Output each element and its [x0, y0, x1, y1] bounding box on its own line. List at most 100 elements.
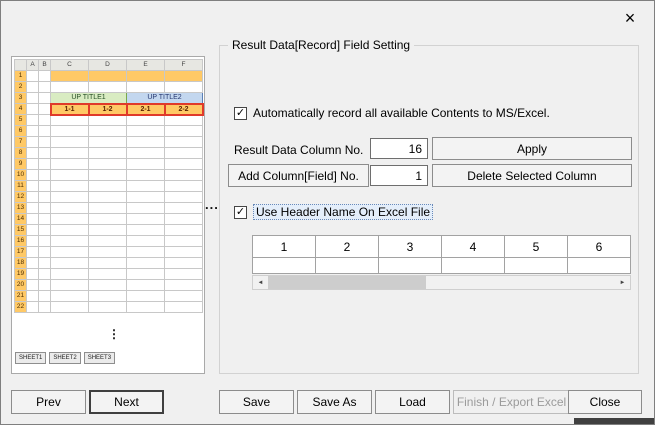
grid-cell[interactable]: [51, 280, 89, 291]
grid-cell[interactable]: [27, 302, 39, 313]
scrollbar-track[interactable]: [268, 276, 615, 289]
field-cell[interactable]: 2-1: [127, 104, 165, 115]
grid-cell[interactable]: [165, 71, 203, 82]
grid-cell[interactable]: [89, 225, 127, 236]
grid-cell[interactable]: [165, 82, 203, 93]
up-title-cell[interactable]: UP TITLE2: [127, 93, 203, 104]
grid-cell[interactable]: [27, 82, 39, 93]
grid-cell[interactable]: [39, 302, 51, 313]
up-title-cell[interactable]: UP TITLE1: [51, 93, 127, 104]
grid-cell[interactable]: [89, 203, 127, 214]
grid-cell[interactable]: [165, 192, 203, 203]
header-table-cell[interactable]: [505, 258, 568, 274]
grid-cell[interactable]: [127, 225, 165, 236]
field-cell[interactable]: 1-1: [51, 104, 89, 115]
field-cell[interactable]: 1-2: [89, 104, 127, 115]
grid-cell[interactable]: [165, 214, 203, 225]
sheet-tab[interactable]: SHEET1: [15, 352, 46, 364]
header-table-col[interactable]: 6: [568, 236, 631, 258]
header-table-cell[interactable]: [316, 258, 379, 274]
sheet-tab[interactable]: SHEET3: [84, 352, 115, 364]
scrollbar-thumb[interactable]: [268, 276, 426, 289]
grid-cell[interactable]: [51, 115, 89, 126]
grid-cell[interactable]: [127, 280, 165, 291]
save-as-button[interactable]: Save As: [297, 390, 372, 414]
grid-cell[interactable]: [39, 192, 51, 203]
grid-cell[interactable]: [27, 236, 39, 247]
grid-cell[interactable]: [89, 181, 127, 192]
grid-cell[interactable]: [51, 291, 89, 302]
grid-cell[interactable]: [165, 280, 203, 291]
grid-cell[interactable]: [165, 170, 203, 181]
grid-cell[interactable]: [51, 236, 89, 247]
header-table-col[interactable]: 3: [379, 236, 442, 258]
sheet-tab[interactable]: SHEET2: [49, 352, 80, 364]
grid-cell[interactable]: [165, 258, 203, 269]
grid-cell[interactable]: [39, 247, 51, 258]
grid-cell[interactable]: [127, 214, 165, 225]
auto-record-checkbox[interactable]: ✓ Automatically record all available Con…: [234, 106, 550, 120]
grid-cell[interactable]: [165, 203, 203, 214]
grid-cell[interactable]: [127, 148, 165, 159]
grid-cell[interactable]: [39, 71, 51, 82]
prev-button[interactable]: Prev: [11, 390, 86, 414]
grid-cell[interactable]: [27, 104, 39, 115]
grid-cell[interactable]: [39, 159, 51, 170]
grid-cell[interactable]: [165, 181, 203, 192]
header-table-col[interactable]: 1: [253, 236, 316, 258]
grid-cell[interactable]: [27, 225, 39, 236]
grid-cell[interactable]: [51, 192, 89, 203]
grid-cell[interactable]: [51, 258, 89, 269]
grid-cell[interactable]: [51, 148, 89, 159]
grid-cell[interactable]: [51, 203, 89, 214]
grid-cell[interactable]: [39, 236, 51, 247]
grid-cell[interactable]: [89, 148, 127, 159]
grid-cell[interactable]: [51, 137, 89, 148]
grid-cell[interactable]: [127, 203, 165, 214]
grid-cell[interactable]: [165, 159, 203, 170]
check-icon[interactable]: ✓: [234, 107, 247, 120]
grid-cell[interactable]: [27, 159, 39, 170]
grid-cell[interactable]: [39, 258, 51, 269]
apply-button[interactable]: Apply: [432, 137, 632, 160]
grid-cell[interactable]: [51, 225, 89, 236]
grid-cell[interactable]: [127, 291, 165, 302]
grid-cell[interactable]: [27, 181, 39, 192]
grid-cell[interactable]: [27, 280, 39, 291]
close-button[interactable]: Close: [568, 390, 642, 414]
grid-cell[interactable]: [165, 148, 203, 159]
grid-cell[interactable]: [89, 170, 127, 181]
grid-cell[interactable]: [39, 170, 51, 181]
grid-cell[interactable]: [51, 181, 89, 192]
grid-cell[interactable]: [51, 159, 89, 170]
grid-cell[interactable]: [127, 236, 165, 247]
grid-cell[interactable]: [127, 170, 165, 181]
grid-cell[interactable]: [39, 269, 51, 280]
grid-cell[interactable]: [89, 291, 127, 302]
header-table-cell[interactable]: [442, 258, 505, 274]
header-table-cell[interactable]: [379, 258, 442, 274]
horizontal-scrollbar[interactable]: ◄ ►: [252, 275, 631, 290]
grid-cell[interactable]: [165, 225, 203, 236]
grid-cell[interactable]: [39, 148, 51, 159]
header-table-col[interactable]: 5: [505, 236, 568, 258]
header-table-col[interactable]: 2: [316, 236, 379, 258]
close-icon[interactable]: ×: [614, 5, 646, 31]
grid-cell[interactable]: [165, 137, 203, 148]
grid-cell[interactable]: [127, 181, 165, 192]
grid-cell[interactable]: [51, 269, 89, 280]
grid-cell[interactable]: [39, 181, 51, 192]
result-column-input[interactable]: [370, 138, 428, 159]
grid-cell[interactable]: [89, 258, 127, 269]
grid-cell[interactable]: [39, 93, 51, 104]
grid-cell[interactable]: [127, 258, 165, 269]
grid-cell[interactable]: [165, 269, 203, 280]
grid-cell[interactable]: [127, 137, 165, 148]
grid-cell[interactable]: [89, 214, 127, 225]
grid-cell[interactable]: [89, 280, 127, 291]
load-button[interactable]: Load: [375, 390, 450, 414]
save-button[interactable]: Save: [219, 390, 294, 414]
grid-cell[interactable]: [39, 82, 51, 93]
grid-cell[interactable]: [165, 291, 203, 302]
header-table-cell[interactable]: [568, 258, 631, 274]
